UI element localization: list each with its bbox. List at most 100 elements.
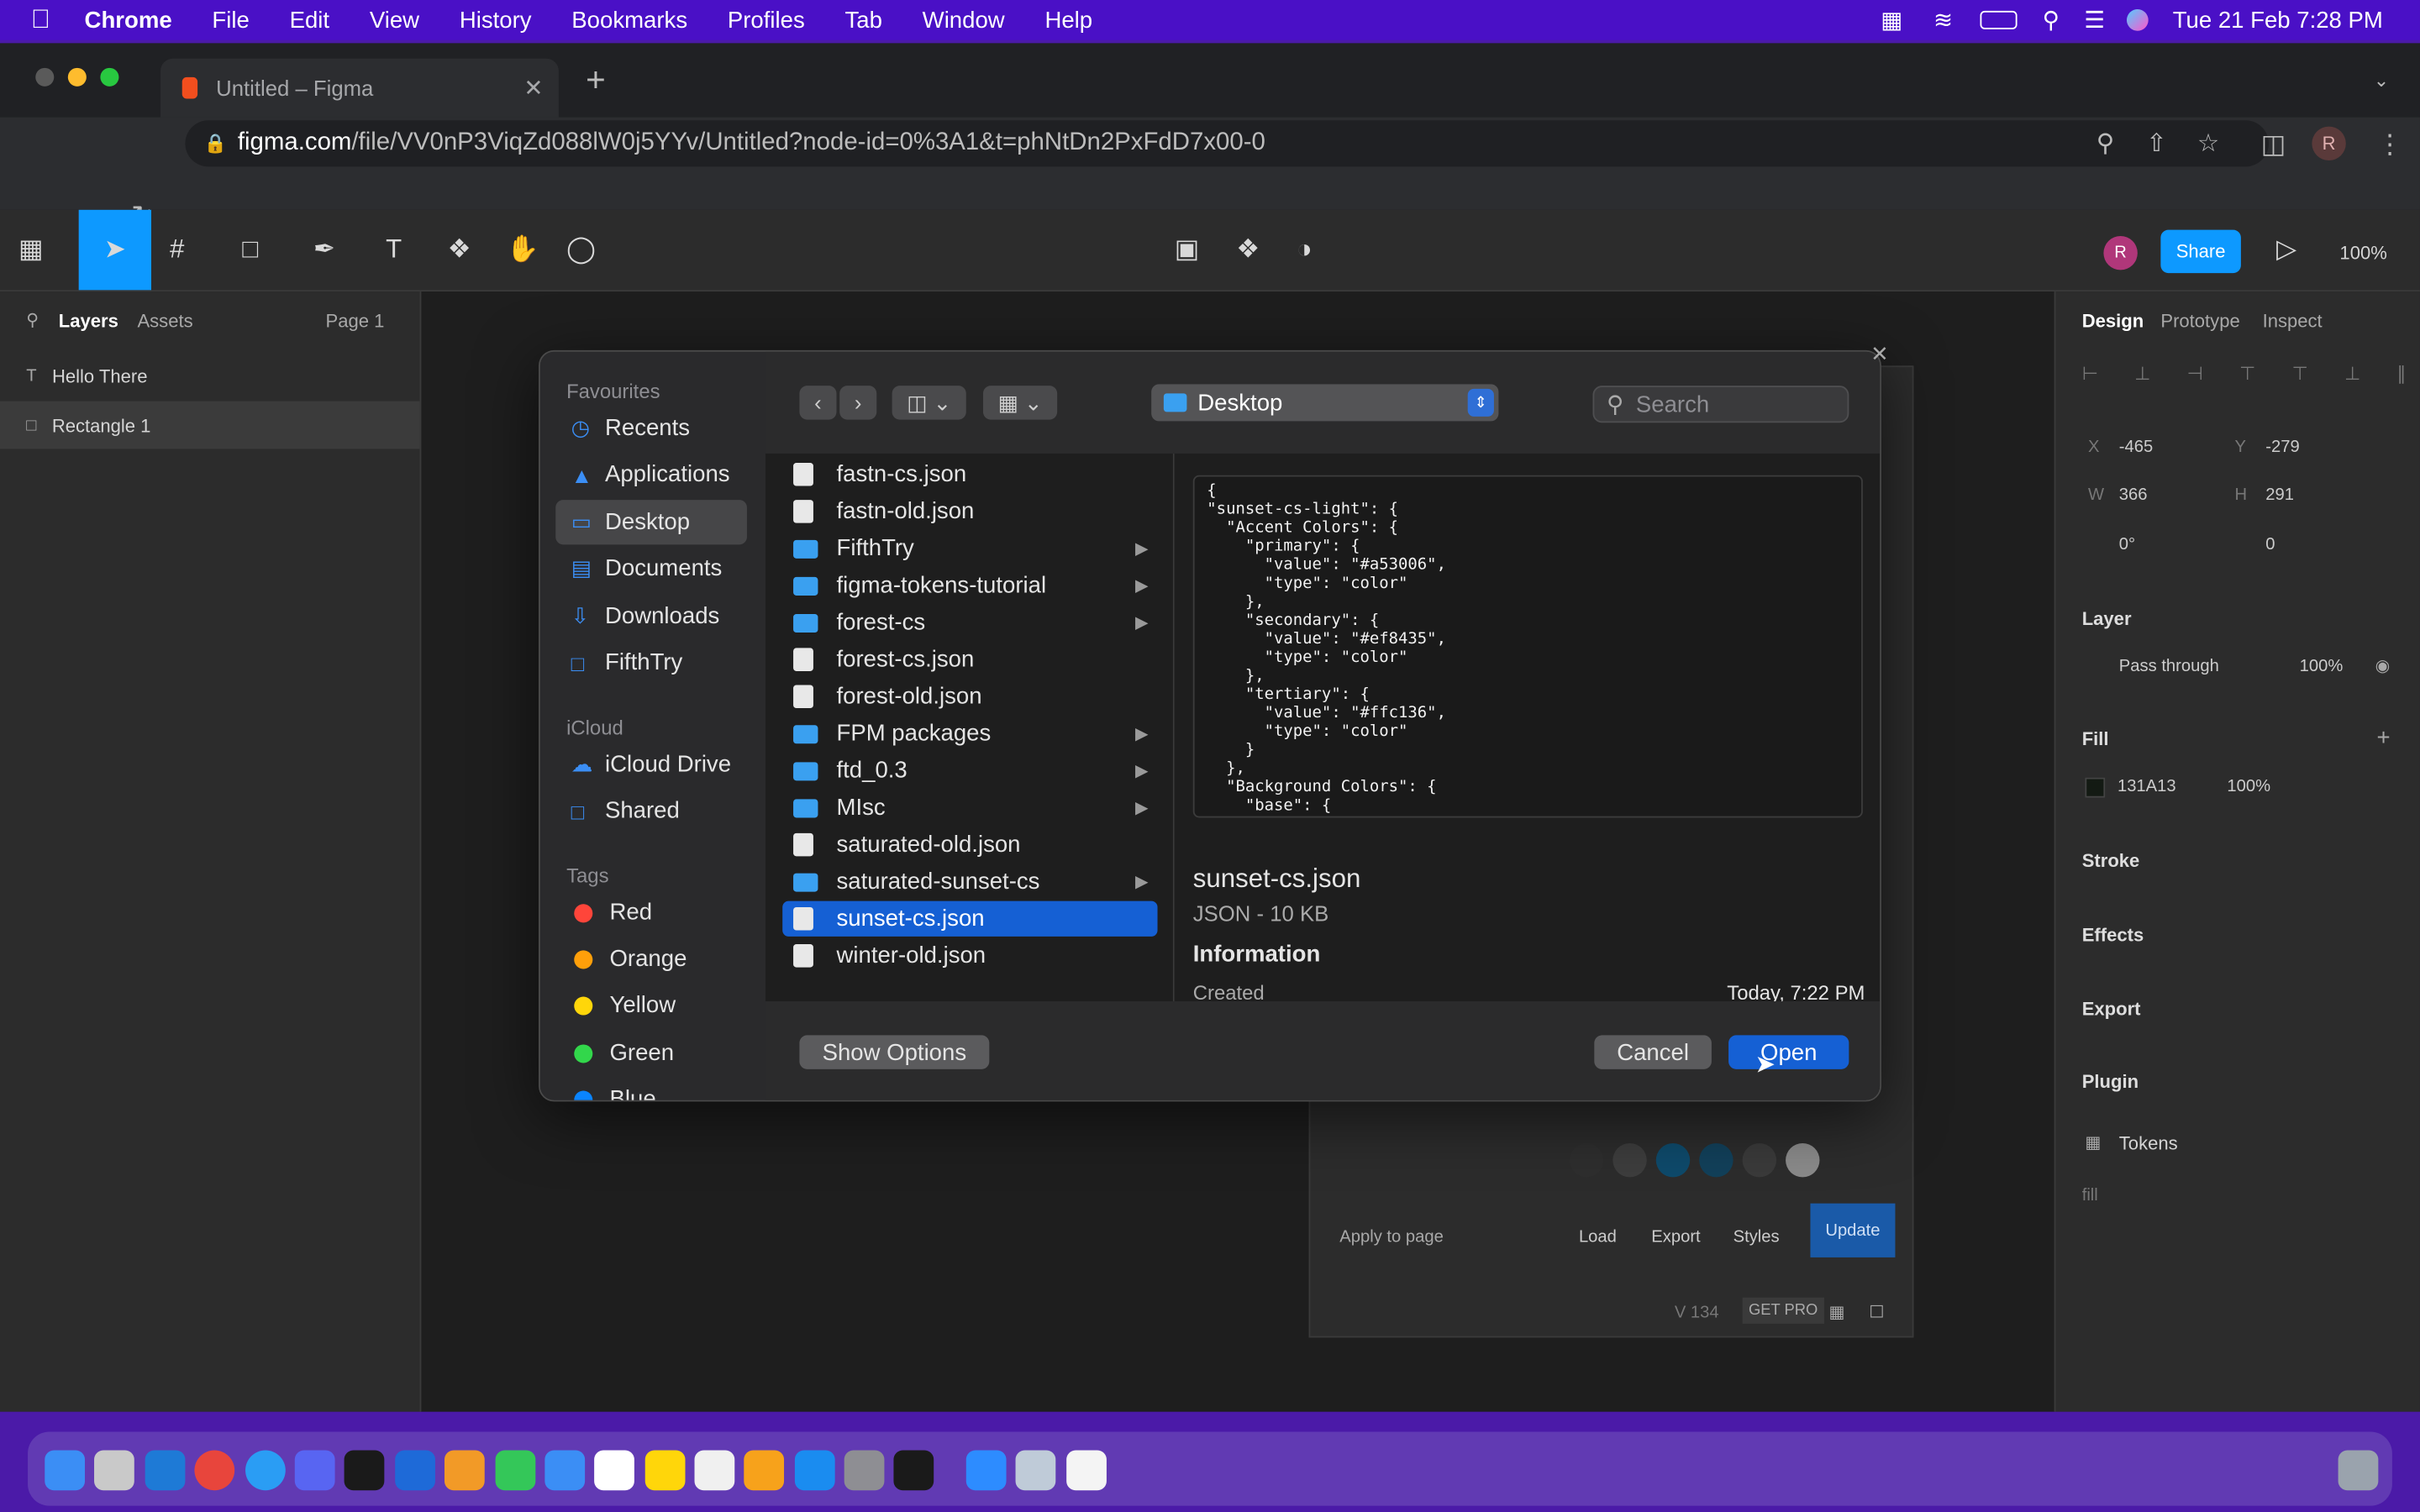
figma-menu-icon[interactable]: ▦ [18,234,44,265]
messages-icon[interactable] [495,1450,536,1491]
freeform-icon[interactable] [694,1450,735,1491]
show-options-button[interactable]: Show Options [799,1035,990,1069]
y-field[interactable]: -279 [2265,438,2299,457]
sidebar-item-shared[interactable]: □ Shared [555,789,747,833]
menu-item-window[interactable]: Window [923,7,1005,33]
close-tab-icon[interactable]: ✕ [523,74,543,102]
view-group-button[interactable]: ▦ ⌄ [982,386,1058,420]
list-item[interactable]: MIsc ▶ [782,790,1157,825]
layer-opacity-field[interactable]: 100% [2300,657,2344,675]
control-center-icon[interactable]: ☰ [2084,6,2105,34]
spotlight-icon[interactable]: ⚲ [2043,6,2060,34]
page-selector[interactable]: Page 1 [326,310,385,332]
align-top-icon[interactable]: ⊤ [2239,363,2255,385]
align-center-icon[interactable]: ⊥ [2134,363,2150,385]
list-item[interactable]: forest-cs ▶ [782,605,1157,640]
tag-orange[interactable]: Orange [555,937,747,981]
tab-search-icon[interactable]: ⌄ [2369,65,2393,96]
sidebar-item-recents[interactable]: ◷ Recents [555,406,747,450]
bookmark-star-icon[interactable]: ☆ [2197,128,2219,159]
chrome-icon[interactable] [194,1450,235,1491]
text-tool-icon[interactable]: T [386,234,402,265]
tab-design[interactable]: Design [2082,310,2144,332]
search-icon[interactable]: ⚲ [26,310,39,330]
pen-tool-icon[interactable]: ✒ [313,234,335,265]
tag-green[interactable]: Green [555,1031,747,1075]
dialog-close-icon[interactable]: ✕ [1870,341,1889,367]
w-field[interactable]: 366 [2119,486,2148,505]
app-icon[interactable] [395,1450,435,1491]
add-fill-icon[interactable]: + [2377,725,2391,751]
tab-inspect[interactable]: Inspect [2263,310,2323,332]
sidebar-item-documents[interactable]: ▤ Documents [555,546,747,591]
list-item[interactable]: fastn-old.json [782,494,1157,529]
move-tool-icon[interactable]: ➤ [78,209,151,291]
h-field[interactable]: 291 [2265,486,2294,505]
siri-icon[interactable] [2126,9,2149,31]
distribute-icon[interactable]: ∥ [2396,363,2406,385]
calendar-icon[interactable] [594,1450,634,1491]
new-tab-icon[interactable]: + [581,60,612,99]
menu-item-help[interactable]: Help [1044,7,1092,33]
cancel-button[interactable]: Cancel [1594,1035,1712,1069]
export-button[interactable]: Export [1651,1228,1700,1247]
frame-tool-icon[interactable]: # [170,234,184,265]
launchpad-icon[interactable] [94,1450,134,1491]
location-popup[interactable]: Desktop ⇕ [1151,384,1499,422]
fill-opacity-field[interactable]: 100% [2227,778,2270,796]
list-item[interactable]: FPM packages ▶ [782,716,1157,751]
sidebar-item-icloud-drive[interactable]: ☁ iCloud Drive [555,742,747,786]
app-menu[interactable]: Chrome [85,7,172,33]
figma-avatar[interactable]: R [2103,236,2138,270]
blend-mode-select[interactable]: Pass through [2119,657,2219,675]
mail-icon[interactable] [544,1450,586,1491]
align-left-icon[interactable]: ⊢ [2082,363,2098,385]
maximize-window-button[interactable] [100,67,119,87]
vscode-icon[interactable] [145,1450,186,1491]
tag-red[interactable]: Red [555,890,747,935]
zoom-icon[interactable]: ⚲ [2096,128,2115,159]
slack-icon[interactable] [1066,1450,1107,1491]
align-right-icon[interactable]: ⊣ [2187,363,2203,385]
battery-icon[interactable] [1981,10,2018,29]
menu-item-profiles[interactable]: Profiles [728,7,805,33]
load-button[interactable]: Load [1579,1228,1617,1247]
list-item[interactable]: fastn-cs.json [782,457,1157,492]
open-button[interactable]: Open [1728,1035,1849,1069]
notes-icon[interactable] [644,1450,686,1491]
pages-icon[interactable] [744,1450,785,1491]
menu-item-view[interactable]: View [370,7,419,33]
shape-tool-icon[interactable]: □ [242,234,258,265]
docs-icon[interactable]: ▦ [1828,1302,1844,1322]
tag-blue[interactable]: Blue [555,1077,747,1100]
crop-icon[interactable]: ▣ [1175,234,1200,265]
tokens-plugin-label[interactable]: Tokens [2119,1132,2178,1154]
list-item[interactable]: ftd_0.3 ▶ [782,753,1157,788]
sidebar-item-desktop[interactable]: ▭ Desktop [555,500,747,545]
tab-assets[interactable]: Assets [137,310,192,332]
update-button[interactable]: Update [1810,1203,1896,1257]
back-button[interactable]: ‹ [799,386,837,420]
present-icon[interactable]: ▷ [2276,234,2296,265]
view-columns-button[interactable]: ◫ ⌄ [892,386,966,420]
menu-item-bookmarks[interactable]: Bookmarks [571,7,687,33]
browser-tab[interactable]: Untitled – Figma ✕ [160,58,559,118]
sidebar-item-downloads[interactable]: ⇩ Downloads [555,594,747,638]
preview-icon[interactable] [1015,1450,1056,1491]
profile-avatar[interactable]: R [2312,126,2346,161]
resources-tool-icon[interactable]: ❖ [448,234,471,265]
list-item[interactable]: winter-old.json [782,938,1157,974]
safari-icon[interactable] [245,1450,286,1491]
list-item[interactable]: figma-tokens-tutorial ▶ [782,568,1157,603]
menu-item-history[interactable]: History [460,7,532,33]
share-page-icon[interactable]: ⇧ [2146,128,2167,159]
fill-swatch[interactable] [2085,777,2106,798]
rotation-field[interactable]: 0° [2119,535,2135,554]
tab-prototype[interactable]: Prototype [2160,310,2239,332]
url-field[interactable]: 🔒 figma.com /file/VV0nP3ViqZd088lW0j5YYv… [185,120,2269,167]
apple-icon[interactable]:  [31,5,50,36]
status-app-icon[interactable]: ▦ [1881,6,1902,34]
chrome-menu-icon[interactable]: ⋮ [2377,129,2403,160]
sublime-icon[interactable] [444,1450,485,1491]
finder-icon[interactable] [45,1450,86,1491]
